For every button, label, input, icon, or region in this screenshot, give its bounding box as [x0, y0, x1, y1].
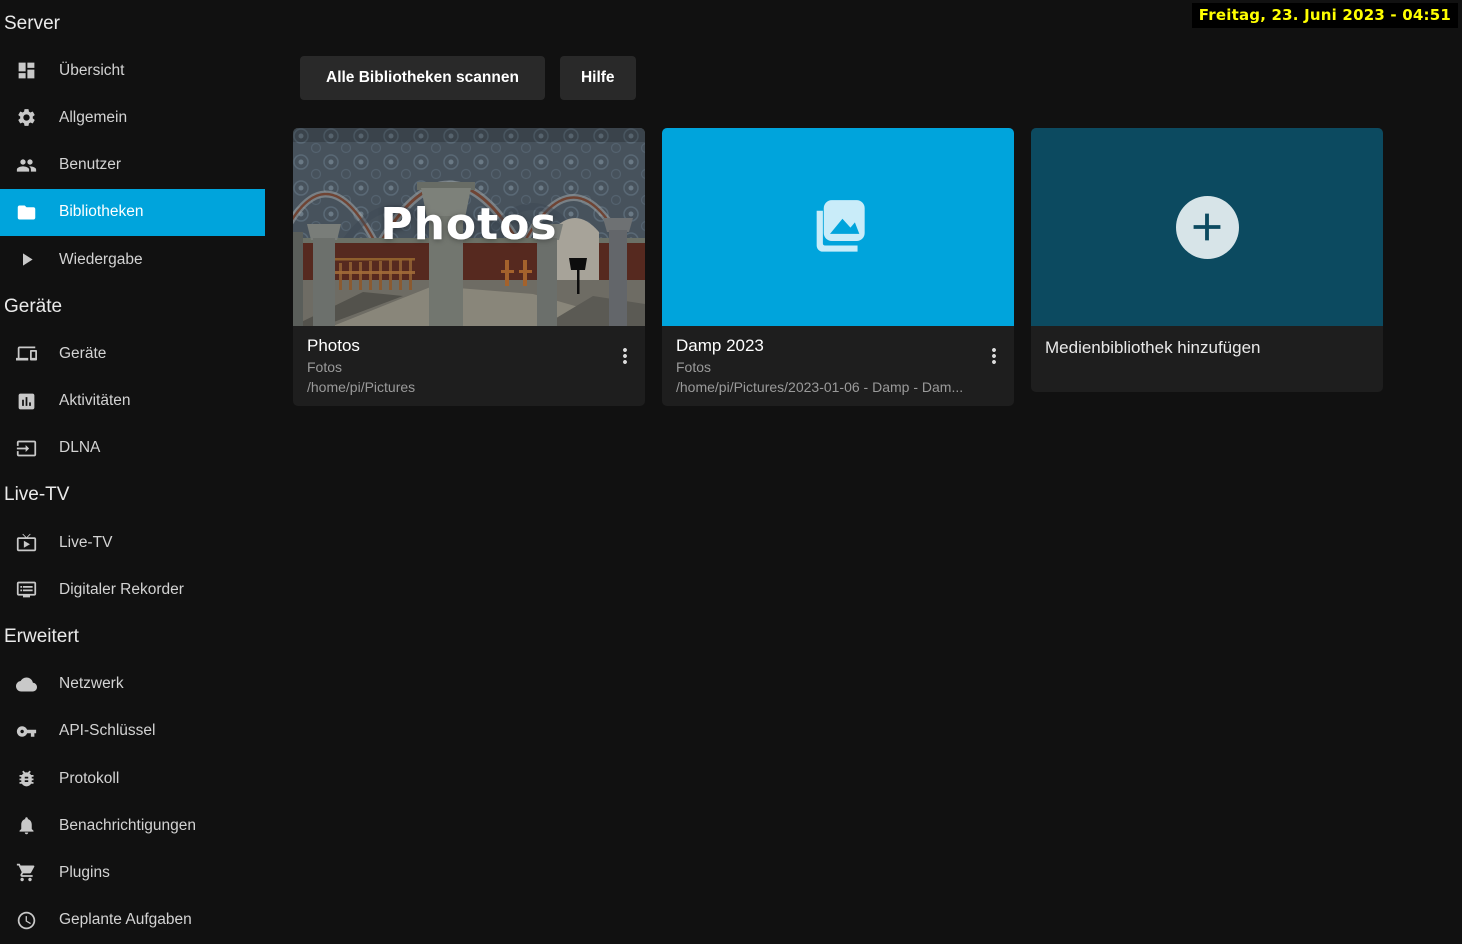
- card-footer: Medienbibliothek hinzufügen: [1031, 326, 1383, 392]
- sidebar-item-geraete[interactable]: Geräte: [0, 330, 265, 377]
- sidebar-section-geraete: Geräte: [4, 295, 63, 317]
- cart-icon: [14, 861, 38, 885]
- sidebar-section-live-tv: Live-TV: [4, 484, 70, 506]
- library-card-list: Photos Photos Fotos /home/pi/Pictures Da…: [265, 100, 1462, 406]
- more-vert-icon[interactable]: [978, 339, 1010, 373]
- dashboard-content: Alle Bibliotheken scannen Hilfe Photos P…: [265, 0, 1462, 944]
- sidebar-item-geplante-aufgaben[interactable]: Geplante Aufgaben: [0, 897, 265, 944]
- live-tv-icon: [14, 531, 38, 555]
- sidebar-item-benachrichtigungen[interactable]: Benachrichtigungen: [0, 802, 265, 849]
- bell-icon: [14, 814, 38, 838]
- sidebar-item-api-schluessel[interactable]: API-Schlüssel: [0, 708, 265, 755]
- photo-library-icon: [806, 193, 870, 262]
- users-icon: [14, 153, 38, 177]
- sidebar-item-label: Geräte: [59, 344, 107, 362]
- gear-icon: [14, 106, 38, 130]
- dashboard-icon: [14, 59, 38, 83]
- sidebar-item-label: Benutzer: [59, 156, 122, 174]
- sidebar-item-bibliotheken[interactable]: Bibliotheken: [0, 188, 265, 236]
- sidebar-item-aktivitaeten[interactable]: Aktivitäten: [0, 378, 265, 425]
- sidebar-item-protokoll[interactable]: Protokoll: [0, 755, 265, 802]
- library-title: Damp 2023: [676, 336, 764, 355]
- dvr-icon: [14, 578, 38, 602]
- sidebar-item-label: Live-TV: [59, 533, 113, 551]
- sidebar-item-digitaler-rekorder[interactable]: Digitaler Rekorder: [0, 566, 265, 613]
- sidebar-item-label: Allgemein: [59, 108, 128, 126]
- library-cover-blue: [662, 128, 1014, 326]
- add-library-cover: [1031, 128, 1383, 326]
- bar-chart-icon: [14, 389, 38, 413]
- sidebar-item-label: Benachrichtigungen: [59, 816, 197, 834]
- sidebar-item-netzwerk[interactable]: Netzwerk: [0, 661, 265, 708]
- library-card-damp-2023[interactable]: Damp 2023 Fotos /home/pi/Pictures/2023-0…: [662, 128, 1014, 406]
- library-path: /home/pi/Pictures: [307, 379, 416, 395]
- library-card-photos[interactable]: Photos Photos Fotos /home/pi/Pictures: [293, 128, 645, 406]
- sidebar-item-label: Aktivitäten: [59, 392, 131, 410]
- card-footer: Damp 2023 Fotos /home/pi/Pictures/2023-0…: [662, 326, 1014, 406]
- datetime-overlay: Freitag, 23. Juni 2023 - 04:51: [1191, 3, 1458, 28]
- sidebar-item-label: Plugins: [59, 863, 110, 881]
- add-library-label: Medienbibliothek hinzufügen: [1045, 338, 1261, 357]
- add-icon: [1175, 195, 1239, 259]
- library-cover-photo: Photos: [293, 128, 645, 326]
- sidebar-item-dlna[interactable]: DLNA: [0, 425, 265, 472]
- card-footer: Photos Fotos /home/pi/Pictures: [293, 326, 645, 406]
- library-title: Photos: [307, 336, 360, 355]
- library-type: Fotos: [307, 359, 343, 375]
- scan-all-libraries-button[interactable]: Alle Bibliotheken scannen: [300, 56, 545, 100]
- sidebar-item-label: Wiedergabe: [59, 250, 143, 268]
- more-vert-icon[interactable]: [609, 339, 641, 373]
- play-icon: [14, 248, 38, 272]
- sidebar-section-server: Server: [4, 12, 60, 34]
- sidebar-item-label: Bibliotheken: [59, 203, 144, 221]
- sidebar-item-uebersicht[interactable]: Übersicht: [0, 47, 265, 94]
- sidebar-item-label: Netzwerk: [59, 675, 124, 693]
- sidebar-item-label: Digitaler Rekorder: [59, 580, 184, 598]
- folder-icon: [14, 200, 38, 224]
- sidebar-item-wiedergabe[interactable]: Wiedergabe: [0, 236, 265, 283]
- sidebar-item-label: Geplante Aufgaben: [59, 911, 192, 929]
- sidebar-item-label: Übersicht: [59, 61, 125, 79]
- sidebar-item-label: Protokoll: [59, 769, 120, 787]
- sidebar-item-label: DLNA: [59, 439, 101, 457]
- input-icon: [14, 436, 38, 460]
- help-button[interactable]: Hilfe: [559, 56, 636, 100]
- cover-title: Photos: [380, 198, 558, 250]
- library-type: Fotos: [676, 359, 712, 375]
- library-path: /home/pi/Pictures/2023-01-06 - Damp - Da…: [676, 379, 964, 395]
- sidebar-item-plugins[interactable]: Plugins: [0, 849, 265, 896]
- add-library-card[interactable]: Medienbibliothek hinzufügen: [1031, 128, 1383, 392]
- key-icon: [14, 719, 38, 743]
- cloud-icon: [14, 672, 38, 696]
- clock-icon: [14, 908, 38, 932]
- sidebar-section-erweitert: Erweitert: [4, 626, 79, 648]
- sidebar-item-benutzer[interactable]: Benutzer: [0, 142, 265, 189]
- sidebar-item-allgemein[interactable]: Allgemein: [0, 94, 265, 141]
- sidebar: Server Übersicht Allgemein Benutzer Bibl…: [0, 0, 265, 944]
- bug-icon: [14, 767, 38, 791]
- devices-icon: [14, 342, 38, 366]
- sidebar-item-label: API-Schlüssel: [59, 722, 156, 740]
- sidebar-item-live-tv[interactable]: Live-TV: [0, 519, 265, 566]
